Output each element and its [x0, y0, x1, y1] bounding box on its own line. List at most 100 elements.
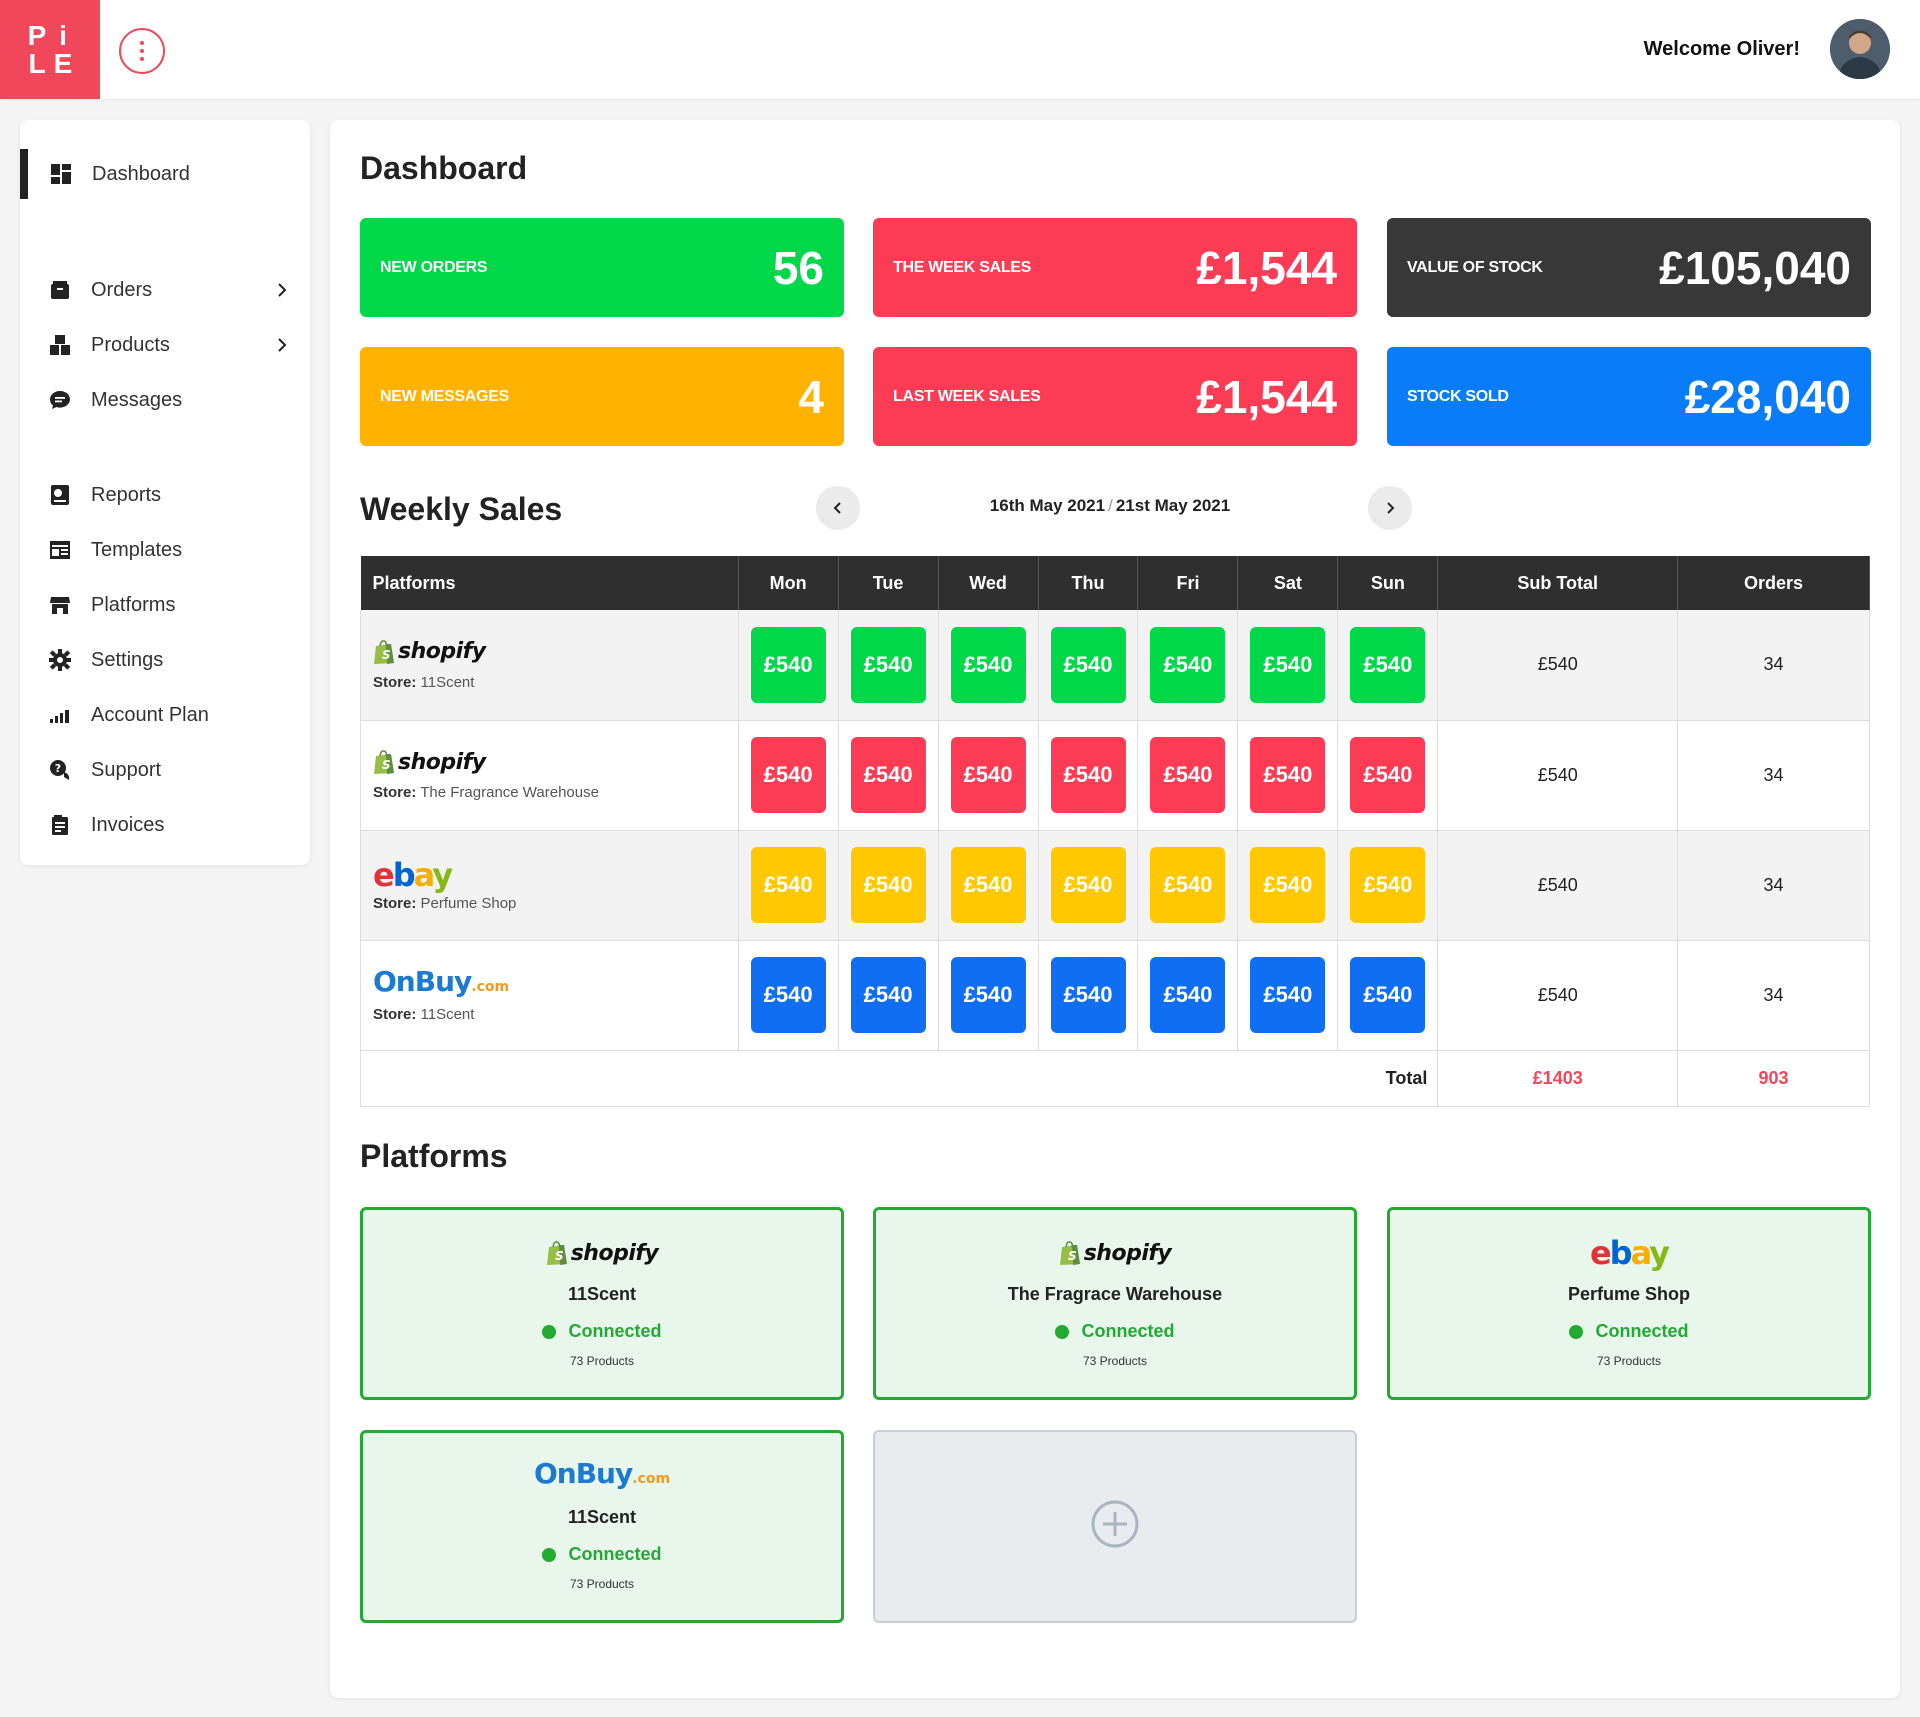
logo-letter: L [28, 47, 46, 79]
day-sales-chip[interactable]: £540 [850, 737, 926, 813]
day-sales-chip[interactable]: £540 [1250, 737, 1326, 813]
status-dot-icon [1055, 1324, 1070, 1339]
sidebar-item-reports[interactable]: Reports [20, 475, 310, 515]
col-header-wed: Wed [938, 556, 1039, 610]
sidebar-item-invoices[interactable]: Invoices [20, 805, 310, 845]
next-week-button[interactable] [1368, 486, 1412, 530]
day-sales-chip[interactable]: £540 [1350, 957, 1426, 1033]
day-cell: £540 [1237, 720, 1339, 831]
onbuy-logo: OnBuy.com [373, 965, 509, 998]
avatar[interactable] [1830, 19, 1890, 79]
sidebar-item-label: Reports [91, 483, 162, 506]
platform-card-name: The Fragrace Warehouse [1007, 1284, 1223, 1304]
sidebar-item-label: Platforms [91, 593, 176, 616]
day-sales-chip[interactable]: £540 [1050, 847, 1126, 923]
store-name: 11Scent [420, 673, 475, 691]
stat-card-new-orders[interactable]: NEW ORDERS 56 [360, 218, 844, 317]
day-sales-chip[interactable]: £540 [1250, 957, 1326, 1033]
shopify-bag-icon: S [373, 639, 395, 665]
platform-card-onbuy[interactable]: OnBuy.com 11Scent Connected 73 Products [360, 1430, 844, 1623]
day-cell: £540 [938, 830, 1039, 941]
sidebar-item-messages[interactable]: Messages [20, 380, 310, 420]
stat-card-new-messages[interactable]: NEW MESSAGES 4 [360, 347, 844, 446]
ebay-letter: a [413, 855, 435, 894]
shopify-logo: Sshopify [373, 749, 486, 775]
day-sales-chip[interactable]: £540 [850, 847, 926, 923]
sidebar-item-settings[interactable]: Settings [20, 640, 310, 680]
stat-card-last-week-sales[interactable]: LAST WEEK SALES £1,544 [873, 347, 1357, 446]
stat-card-value-of-stock[interactable]: VALUE OF STOCK £105,040 [1387, 218, 1871, 317]
product-count: 73 Products [569, 1354, 635, 1368]
onbuy-logo: OnBuy.com [534, 1458, 670, 1494]
gear-icon [48, 648, 72, 672]
store-line: Store: Perfume Shop [373, 895, 738, 912]
day-sales-chip[interactable]: £540 [950, 737, 1026, 813]
stat-value: 4 [798, 370, 824, 423]
day-sales-chip[interactable]: £540 [950, 626, 1026, 703]
subtotal-cell: £540 [1437, 940, 1679, 1051]
more-menu-button[interactable] [119, 28, 165, 74]
stat-value: £1,544 [1196, 241, 1337, 294]
sidebar-item-templates[interactable]: Templates [20, 530, 310, 570]
stat-card-stock-sold[interactable]: STOCK SOLD £28,040 [1387, 347, 1871, 446]
day-cell: £540 [1237, 830, 1339, 941]
day-cell: £540 [1337, 720, 1439, 831]
day-sales-chip[interactable]: £540 [1050, 957, 1126, 1033]
boxes-icon [48, 333, 72, 357]
day-sales-chip[interactable]: £540 [850, 957, 926, 1033]
prev-week-button[interactable] [816, 486, 860, 530]
date-separator: / [1108, 496, 1113, 515]
platform-card-ebay[interactable]: ebay Perfume Shop Connected 73 Products [1387, 1207, 1871, 1400]
day-sales-chip[interactable]: £540 [1350, 847, 1426, 923]
product-count: 73 Products [1596, 1354, 1662, 1368]
sidebar-item-products[interactable]: Products [20, 325, 310, 365]
chevron-right-icon [1387, 502, 1395, 514]
day-sales-chip[interactable]: £540 [1150, 847, 1226, 923]
platform-card-shopify[interactable]: Sshopify The Fragrace Warehouse Connected 7… [873, 1207, 1357, 1400]
day-sales-chip[interactable]: £540 [750, 737, 826, 813]
platform-card-shopify[interactable]: Sshopify 11Scent Connected 73 Products [360, 1207, 844, 1400]
day-cell: £540 [938, 610, 1039, 721]
day-sales-chip[interactable]: £540 [1250, 626, 1326, 703]
report-icon [48, 483, 72, 507]
sidebar-item-support[interactable]: ? Support [20, 750, 310, 790]
day-sales-chip[interactable]: £540 [1150, 737, 1226, 813]
sidebar-item-account-plan[interactable]: Account Plan [20, 695, 310, 735]
sidebar-item-dashboard[interactable]: Dashboard [20, 149, 310, 199]
shopify-wordmark: shopify [1083, 1240, 1172, 1266]
day-sales-chip[interactable]: £540 [1050, 626, 1126, 703]
day-sales-chip[interactable]: £540 [1250, 847, 1326, 923]
status-dot-icon [542, 1547, 557, 1562]
sidebar-item-orders[interactable]: Orders [20, 270, 310, 310]
table-row[interactable]: Sshopify Store: 11Scent £540 £540 £540 £540 £5… [360, 610, 1870, 721]
app-logo[interactable]: P i L E [0, 0, 100, 99]
invoice-icon [48, 813, 72, 837]
product-count: 73 Products [569, 1577, 635, 1591]
table-row[interactable]: ebay Store: Perfume Shop £540 £540 £540 £540 £… [360, 830, 1870, 941]
page-title: Dashboard [360, 150, 528, 186]
day-sales-chip[interactable]: £540 [950, 957, 1026, 1033]
day-sales-chip[interactable]: £540 [1350, 737, 1426, 813]
day-sales-chip[interactable]: £540 [750, 847, 826, 923]
day-sales-chip[interactable]: £540 [750, 626, 826, 703]
day-sales-chip[interactable]: £540 [750, 957, 826, 1033]
sidebar-item-platforms[interactable]: Platforms [20, 585, 310, 625]
day-sales-chip[interactable]: £540 [1050, 737, 1126, 813]
day-sales-chip[interactable]: £540 [950, 847, 1026, 923]
table-row[interactable]: Sshopify Store: The Fragrance Warehouse £5… [360, 720, 1870, 831]
platform-cell: Sshopify Store: 11Scent [360, 610, 739, 721]
status-label: Connected [1595, 1321, 1689, 1341]
stat-label: NEW ORDERS [380, 258, 488, 276]
day-sales-chip[interactable]: £540 [1350, 626, 1426, 703]
kebab-dot [140, 49, 144, 53]
table-row[interactable]: OnBuy.com Store: 11Scent £540 £540 £540 £540 £… [360, 940, 1870, 1051]
weekly-sales-title: Weekly Sales [360, 491, 563, 527]
add-platform-button[interactable] [873, 1430, 1357, 1623]
day-sales-chip[interactable]: £540 [850, 626, 926, 703]
day-sales-chip[interactable]: £540 [1150, 626, 1226, 703]
connection-status: Connected [1390, 1321, 1868, 1342]
orders-cell: 34 [1677, 720, 1870, 831]
day-sales-chip[interactable]: £540 [1150, 957, 1226, 1033]
stat-card-the-week-sales[interactable]: THE WEEK SALES £1,544 [873, 218, 1357, 317]
stat-value: 56 [772, 241, 824, 294]
